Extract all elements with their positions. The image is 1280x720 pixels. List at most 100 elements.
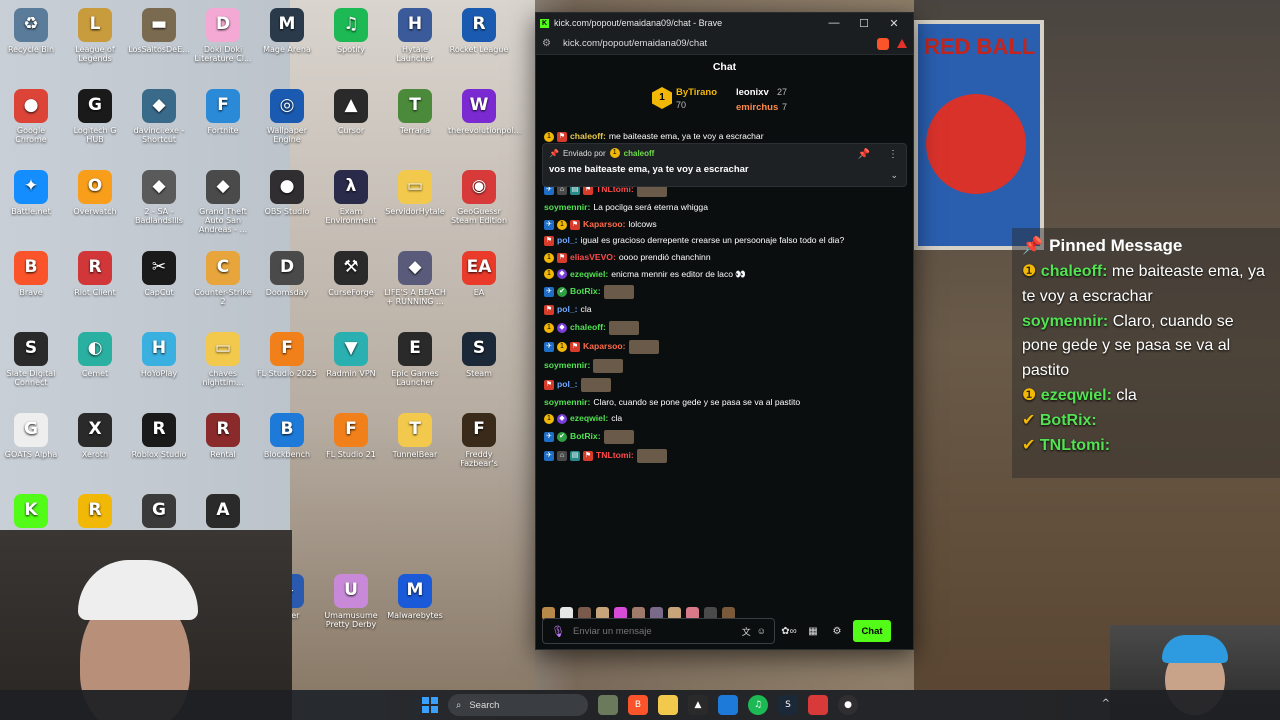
chat-username[interactable]: soymennir: (544, 397, 590, 409)
desktop-icon[interactable]: ▭ ServidorHytale (384, 166, 446, 244)
microphone-icon[interactable]: 🎙 (551, 625, 565, 638)
chat-username[interactable]: Kaparsoo: (583, 219, 626, 231)
desktop-icon[interactable]: D Doomsday (256, 247, 318, 325)
close-button[interactable]: ✕ (879, 17, 909, 30)
chat-username[interactable]: BotRix: (570, 286, 601, 298)
desktop-icon[interactable]: T Terraria (384, 85, 446, 163)
desktop-icon[interactable]: ♻ Recycle Bin (0, 4, 62, 82)
desktop-icon[interactable]: ◆ Grand Theft Auto San Andreas - ... (192, 166, 254, 244)
windows-start-icon[interactable] (422, 697, 438, 713)
chevron-up-icon[interactable]: ^ (1102, 698, 1110, 709)
chat-username[interactable]: pol_: (557, 379, 578, 391)
desktop-icon[interactable]: L League of Legends (64, 4, 126, 82)
chat-input-box[interactable]: 🎙 文 ☺ (542, 618, 775, 644)
desktop-icon[interactable]: S Steam (448, 328, 510, 406)
desktop-icon[interactable]: O Overwatch (64, 166, 126, 244)
desktop-icon[interactable]: B Brave (0, 247, 62, 325)
chat-username[interactable]: ezeqwiel: (570, 413, 608, 425)
desktop-icon[interactable]: F Fortnite (192, 85, 254, 163)
leader-third-name[interactable]: emirchus (736, 102, 778, 113)
brave-taskbar-icon[interactable]: B (628, 695, 648, 715)
desktop-icon[interactable]: ▼ Radmin VPN (320, 328, 382, 406)
site-settings-icon[interactable]: ⚙ (542, 38, 551, 49)
desktop-icon[interactable]: M Mage Arena (256, 4, 318, 82)
more-options-icon[interactable]: ⋮ (888, 149, 898, 160)
desktop-icon[interactable]: ♫ Spotify (320, 4, 382, 82)
desktop-icon[interactable]: R Rocket League (448, 4, 510, 82)
desktop-icon[interactable]: ✂ CapCut (128, 247, 190, 325)
brave-shields-icon[interactable] (877, 37, 889, 50)
obs-taskbar-icon[interactable]: ● (838, 695, 858, 715)
desktop-icon[interactable]: E Epic Games Launcher (384, 328, 446, 406)
pinned-sent-by-user[interactable]: chaleoff (624, 149, 655, 158)
unpin-icon[interactable]: 📌 (858, 149, 870, 160)
chat-username[interactable]: Kaparsoo: (583, 341, 626, 353)
desktop-icon[interactable]: G GOATS Alpha (0, 409, 62, 487)
chat-username[interactable]: pol_: (557, 304, 578, 316)
desktop-icon[interactable]: R Rental (192, 409, 254, 487)
chat-username[interactable]: TNLtomi: (596, 450, 634, 462)
desktop-icon[interactable]: F Freddy Fazbear's (448, 409, 510, 487)
brave-rewards-icon[interactable] (897, 39, 907, 48)
spotify-taskbar-icon[interactable]: ♫ (748, 695, 768, 715)
url-text[interactable]: kick.com/popout/emaidana09/chat (563, 38, 871, 49)
desktop-icon[interactable]: ▬ LosSaltosDeE... (128, 4, 190, 82)
desktop-icon[interactable]: EA EA (448, 247, 510, 325)
desktop-icon[interactable]: T TunnelBear (384, 409, 446, 487)
desktop-icon[interactable]: ◆ davinci.exe - Shortcut (128, 85, 190, 163)
desktop-icon[interactable]: D Doki Doki Literature Cl... (192, 4, 254, 82)
pinned-message-card[interactable]: 📌 Enviado por 1 chaleoff vos me baiteast… (542, 143, 907, 187)
chat-input[interactable] (572, 625, 736, 637)
leader-first-name[interactable]: ByTirano (676, 87, 717, 98)
taskbar-search[interactable]: ⌕ Search (448, 694, 588, 716)
chevron-down-icon[interactable]: ⌄ (890, 170, 898, 181)
chat-username[interactable]: ezeqwiel: (570, 269, 608, 281)
desktop-icon[interactable]: ▭ chaves nighttim... (192, 328, 254, 406)
desktop-icon[interactable]: U Umamusume Pretty Derby (320, 570, 382, 648)
desktop-icon[interactable]: ▲ Cursor (320, 85, 382, 163)
desktop-icon[interactable]: B Blockbench (256, 409, 318, 487)
chat-username[interactable]: eliasVEVO: (570, 252, 616, 264)
settings-gear-icon[interactable]: ⚙ (827, 626, 847, 637)
address-bar[interactable]: ⚙ kick.com/popout/emaidana09/chat (536, 33, 913, 55)
desktop-icon[interactable]: ◎ Wallpaper Engine (256, 85, 318, 163)
steam-taskbar-icon[interactable]: S (778, 695, 798, 715)
desktop-icon[interactable]: ● Google Chrome (0, 85, 62, 163)
desktop-icon[interactable]: H Hytale Launcher (384, 4, 446, 82)
emoji-icon[interactable]: ☺ (757, 626, 766, 636)
maximize-button[interactable]: ☐ (849, 17, 879, 30)
desktop-icon[interactable]: H HoYoPlay (128, 328, 190, 406)
desktop-icon[interactable]: ⚒ CurseForge (320, 247, 382, 325)
photos-taskbar-icon[interactable] (718, 695, 738, 715)
chat-send-button[interactable]: Chat (853, 620, 891, 642)
desktop-icon[interactable]: ◆ 2 - SA - BadlandsIlls (128, 166, 190, 244)
widgets-icon[interactable] (598, 695, 618, 715)
chat-username[interactable]: soymennir: (544, 202, 590, 214)
chat-username[interactable]: BotRix: (570, 431, 601, 443)
desktop-icon[interactable]: S Slate Digital Connect (0, 328, 62, 406)
desktop-icon[interactable]: X Xeroth (64, 409, 126, 487)
desktop-icon[interactable]: λ Exam Environment (320, 166, 382, 244)
store-icon[interactable]: ▦ (803, 626, 823, 637)
file-explorer-icon[interactable] (658, 695, 678, 715)
desktop-icon[interactable]: ◐ Cemet (64, 328, 126, 406)
desktop-icon[interactable]: F FL Studio 21 (320, 409, 382, 487)
cursor-taskbar-icon[interactable]: ▲ (688, 695, 708, 715)
desktop-icon[interactable]: F FL Studio 2025 (256, 328, 318, 406)
translate-icon[interactable]: 文 (742, 625, 751, 638)
chat-username[interactable]: chaleoff: (570, 131, 606, 143)
desktop-icon[interactable]: G Logitech G HUB (64, 85, 126, 163)
desktop-icon[interactable]: ✦ Battle.net (0, 166, 62, 244)
leader-second-name[interactable]: leonixv (736, 87, 769, 98)
desktop-icon[interactable]: ◆ LIFE'S A BEACH + RUNNING ... (384, 247, 446, 325)
desktop-icon[interactable]: C Counter-Strike 2 (192, 247, 254, 325)
desktop-icon[interactable]: ● OBS Studio (256, 166, 318, 244)
minimize-button[interactable]: — (819, 17, 849, 29)
desktop-icon[interactable]: ◉ GeoGuessr Steam Edition (448, 166, 510, 244)
recording-taskbar-icon[interactable] (808, 695, 828, 715)
gift-leaderboard[interactable]: 1 ByTirano 70 leonixv 27 emirchus 7 (536, 79, 913, 121)
desktop-icon[interactable]: M Malwarebytes (384, 570, 446, 648)
desktop-icon[interactable]: R Roblox Studio (128, 409, 190, 487)
chat-username[interactable]: pol_: (557, 235, 578, 247)
community-icon[interactable]: ✿∞ (779, 626, 799, 637)
